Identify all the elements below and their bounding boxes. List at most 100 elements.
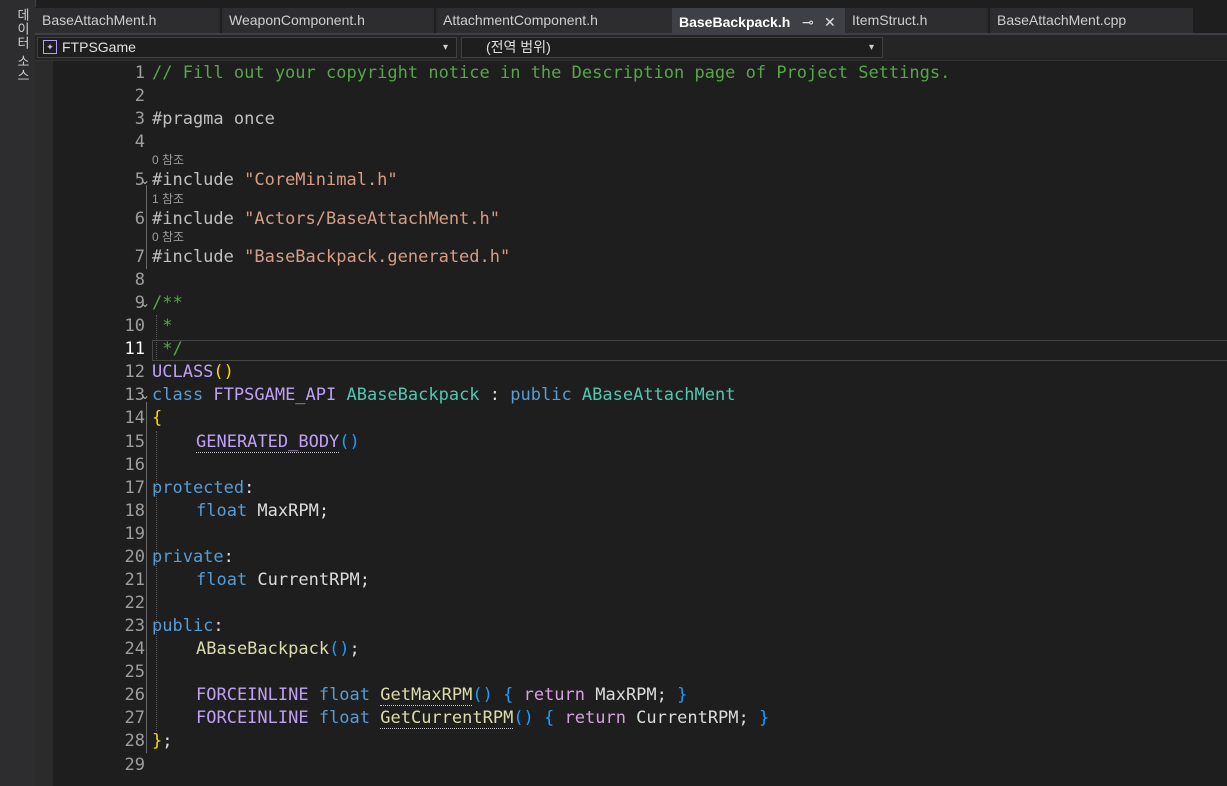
forceinline-macro: FORCEINLINE <box>196 685 319 705</box>
line-number: 8 <box>134 270 145 290</box>
paren: () <box>513 708 534 728</box>
include-path: "BaseBackpack.generated.h" <box>244 247 511 267</box>
tab-basebackpack-h[interactable]: BaseBackpack.h ⊸ ✕ <box>672 8 845 33</box>
code-line-28: }; <box>152 730 173 753</box>
line-number: 4 <box>134 132 145 152</box>
code-line-27: FORCEINLINE float GetCurrentRPM() { retu… <box>196 707 769 730</box>
project-name: FTPSGame <box>62 39 136 55</box>
code-line-23: public: <box>152 615 224 638</box>
colon: : <box>244 478 255 498</box>
fold-toggle-icon[interactable]: ⌄ <box>140 169 150 192</box>
brace-open: { <box>492 685 524 705</box>
project-icon: ✦ <box>43 40 57 54</box>
code-line-24: ABaseBackpack(); <box>196 638 360 661</box>
line-number: 25 <box>124 662 145 682</box>
tab-label: WeaponComponent.h <box>229 12 365 28</box>
line-number: 15 <box>124 432 145 452</box>
line-number: 18 <box>124 501 145 521</box>
indent-guide <box>156 431 157 731</box>
side-panel-strip: 데이터 소스 <box>0 0 36 786</box>
paren: () <box>339 432 360 452</box>
type-keyword: float <box>196 570 258 590</box>
code-line-10: * <box>152 316 173 336</box>
paren: () <box>472 685 493 705</box>
return-keyword: return <box>523 685 596 705</box>
semicolon: ; <box>162 731 173 751</box>
class-name: ABaseBackpack <box>346 385 480 405</box>
tab-weaponcomponent-h[interactable]: WeaponComponent.h <box>222 8 434 33</box>
line-number: 1 <box>134 63 145 83</box>
codelens-references[interactable]: 0 참조 <box>152 229 184 245</box>
code-line-13: class FTPSGAME_API ABaseBackpack : publi… <box>152 384 735 407</box>
tab-label: ItemStruct.h <box>852 12 928 28</box>
code-editor[interactable]: 1 2 3 4 5 6 7 8 9 10 11 12 13 14 15 16 1… <box>35 61 1227 786</box>
generated-body-macro: GENERATED_BODY <box>196 432 340 453</box>
return-value: MaxRPM; <box>595 685 678 705</box>
code-line-6: #include "Actors/BaseAttachMent.h" <box>152 208 500 231</box>
paren: () <box>213 362 234 382</box>
chevron-down-icon: ▾ <box>868 42 874 53</box>
return-value: CurrentRPM; <box>636 708 759 728</box>
close-icon[interactable]: ✕ <box>824 10 836 33</box>
line-number: 10 <box>124 316 145 336</box>
data-sources-panel-tab[interactable]: 데이터 소스 <box>2 8 32 118</box>
line-number: 5 <box>134 170 145 190</box>
line-number: 16 <box>124 455 145 475</box>
type-keyword: float <box>318 685 381 705</box>
project-dropdown[interactable]: ✦ FTPSGame ▾ <box>37 37 457 58</box>
tab-itemstruct-h[interactable]: ItemStruct.h <box>845 8 988 33</box>
colon: : <box>213 616 224 636</box>
member-name: CurrentRPM; <box>257 570 371 590</box>
current-line-highlight <box>152 340 1227 361</box>
code-line-5: #include "CoreMinimal.h" <box>152 169 398 192</box>
pin-icon[interactable]: ⊸ <box>802 10 814 33</box>
line-number: 12 <box>124 362 145 382</box>
class-block-guide <box>146 402 147 753</box>
line-number-current: 11 <box>124 339 145 359</box>
brace-close: } <box>152 731 163 751</box>
code-line-15: GENERATED_BODY() <box>196 431 360 454</box>
keyword: class <box>152 385 214 405</box>
line-number: 20 <box>124 547 145 567</box>
brace-close: } <box>759 708 770 728</box>
code-line-26: FORCEINLINE float GetMaxRPM() { return M… <box>196 684 687 707</box>
code-line-18: float MaxRPM; <box>196 500 329 523</box>
fold-toggle-icon[interactable]: ⌄ <box>140 292 150 315</box>
tab-attachmentcomponent-h[interactable]: AttachmentComponent.h <box>436 8 672 33</box>
directive: #include <box>152 247 245 267</box>
directive: #include <box>152 170 245 190</box>
member-name: MaxRPM; <box>257 501 330 521</box>
base-class-name: ABaseAttachMent <box>581 385 736 405</box>
tab-baseattachment-h[interactable]: BaseAttachMent.h <box>35 8 220 33</box>
tab-label: BaseBackpack.h <box>679 14 791 30</box>
include-block-guide <box>146 185 147 269</box>
line-number: 19 <box>124 524 145 544</box>
line-number: 28 <box>124 731 145 751</box>
scope-dropdown[interactable]: (전역 범위) ▾ <box>461 37 883 58</box>
api-macro: FTPSGAME_API <box>213 385 347 405</box>
codelens-references[interactable]: 1 참조 <box>152 191 184 207</box>
line-number: 14 <box>124 408 145 428</box>
tab-baseattachment-cpp[interactable]: BaseAttachMent.cpp <box>990 8 1193 33</box>
forceinline-macro: FORCEINLINE <box>196 708 319 728</box>
line-number: 27 <box>124 708 145 728</box>
paren: () <box>329 639 350 659</box>
navigation-bar: ✦ FTPSGame ▾ (전역 범위) ▾ <box>35 35 1227 61</box>
fold-toggle-icon[interactable]: ⌄ <box>140 384 150 407</box>
access-specifier: protected <box>152 478 245 498</box>
line-number: 17 <box>124 478 145 498</box>
access-specifier: public <box>152 616 214 636</box>
codelens-references[interactable]: 0 참조 <box>152 152 184 168</box>
indicator-margin <box>35 61 53 786</box>
line-number: 22 <box>124 593 145 613</box>
line-number: 29 <box>124 755 145 775</box>
constructor-name: ABaseBackpack <box>196 639 330 659</box>
uclass-macro: UCLASS <box>152 362 214 382</box>
function-name: GetCurrentRPM <box>380 708 514 729</box>
line-number: 6 <box>134 209 145 229</box>
access-specifier: private <box>152 547 224 567</box>
type-keyword: float <box>318 708 381 728</box>
code-line-1: // Fill out your copyright notice in the… <box>152 63 951 83</box>
include-path: "CoreMinimal.h" <box>244 170 398 190</box>
code-line-14: { <box>152 408 163 428</box>
